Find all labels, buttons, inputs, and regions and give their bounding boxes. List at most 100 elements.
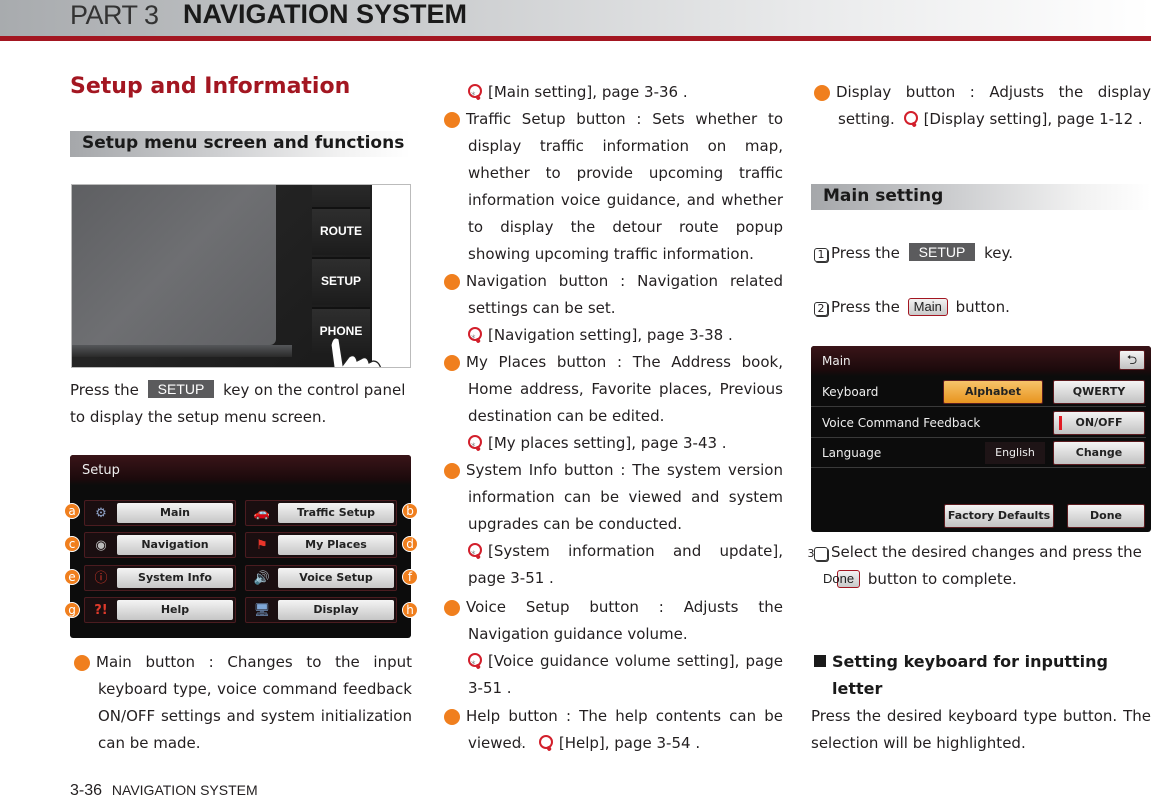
subsection-title-line2: letter [832, 679, 883, 698]
description-b: b Traffic Setup button : Sets whether to … [437, 106, 784, 268]
page-footer: 3-36 NAVIGATION SYSTEM [70, 782, 258, 800]
button-label: Traffic Setup [278, 503, 394, 523]
control-panel-photo: ROUTE SETUP PHONE [71, 184, 411, 368]
subsection-body: Press the desired keyboard type button. … [811, 707, 1151, 752]
description-text: My Places button : The Address book, Hom… [466, 353, 783, 425]
navigation-icon: ◉ [95, 538, 107, 553]
step-3: 3 Select the desired changes and press th… [808, 539, 1151, 593]
step-text: button to complete. [867, 570, 1017, 588]
header-divider [0, 36, 1151, 41]
setup-help-button[interactable]: ?! Help [84, 597, 236, 623]
setup-myplaces-button[interactable]: ⚑ My Places [245, 532, 397, 558]
info-icon: ⓘ [94, 571, 108, 586]
callout-g: g [64, 602, 80, 618]
intro-text-before: Press the [70, 381, 139, 399]
keyboard-row: Keyboard Alphabet QWERTY [811, 377, 1146, 407]
page-header: PART 3 NAVIGATION SYSTEM [0, 0, 1151, 36]
back-icon[interactable]: ⮌ [1119, 350, 1145, 370]
main-button-badge: Main [907, 298, 948, 316]
row-label: Voice Command Feedback [822, 416, 981, 430]
button-label: Help [117, 600, 233, 620]
reference-icon [538, 735, 553, 749]
section-heading-main-setting: Main setting [811, 184, 1151, 210]
change-language-button[interactable]: Change [1053, 441, 1145, 465]
factory-defaults-button[interactable]: Factory Defaults [944, 504, 1054, 528]
row-label: Keyboard [822, 385, 879, 399]
main-setting-screen: Main ⮌ Keyboard Alphabet QWERTY Voice Co… [811, 346, 1151, 532]
callout-f: f [402, 569, 418, 585]
reference-text[interactable]: [Help], page 3-54 . [559, 734, 700, 752]
toggle-label: ON/OFF [1075, 416, 1123, 429]
bullet-square-icon [814, 655, 826, 667]
callout-badge: c [437, 274, 460, 290]
callout-badge: e [437, 463, 460, 479]
reference-text[interactable]: [Navigation setting], page 3-38 . [488, 326, 733, 344]
reference-text[interactable]: [Display setting], page 1-12 . [924, 110, 1143, 128]
setup-main-button[interactable]: ⚙ Main [84, 500, 236, 526]
device-screen [72, 185, 276, 345]
section-title: Setup menu screen and functions [82, 133, 405, 153]
main-screen-header: Main ⮌ [811, 346, 1151, 376]
header-part: PART 3 [70, 0, 159, 30]
setup-display-button[interactable]: 🖥 Display [245, 597, 397, 623]
description-e: e System Info button : The system version… [437, 457, 783, 538]
section-title: Main setting [823, 186, 944, 206]
setup-systeminfo-button[interactable]: ⓘ System Info [84, 565, 236, 591]
callout-e: e [64, 569, 80, 585]
device-key-setup: SETUP [312, 257, 370, 305]
setup-traffic-button[interactable]: 🚗 Traffic Setup [245, 500, 397, 526]
step-number-icon: 1 [814, 248, 828, 262]
setup-navigation-button[interactable]: ◉ Navigation [84, 532, 236, 558]
done-button[interactable]: Done [1067, 504, 1145, 528]
reference-text[interactable]: [Voice guidance volume setting], page 3-… [468, 652, 783, 697]
reference-a: [Main setting], page 3-36 . [468, 79, 783, 110]
description-text: Traffic Setup button : Sets whether to d… [466, 110, 783, 263]
description-c: c Navigation button : Navigation related … [437, 268, 783, 322]
step-number-icon: 2 [814, 302, 828, 316]
callout-a: a [64, 503, 80, 519]
callout-badge: h [807, 85, 830, 101]
setup-screen-title: Setup [70, 455, 411, 485]
callout-badge: f [438, 600, 460, 616]
reference-text[interactable]: [My places setting], page 3-43 . [488, 434, 727, 452]
intro-paragraph: Press the SETUP key on the control panel… [70, 377, 412, 431]
setup-voice-button[interactable]: 🔊 Voice Setup [245, 565, 397, 591]
row-label: Language [822, 446, 882, 460]
qwerty-button[interactable]: QWERTY [1053, 380, 1145, 404]
button-label: Display [278, 600, 394, 620]
reference-icon [903, 111, 918, 125]
step-text: key. [984, 244, 1014, 262]
onoff-toggle[interactable]: ON/OFF [1053, 411, 1145, 435]
step-2: 2 Press the Main button. [814, 294, 1151, 321]
description-a: a Main button : Changes to the input keyb… [67, 649, 412, 757]
description-text: Navigation button : Navigation related s… [466, 272, 783, 317]
footer-label: NAVIGATION SYSTEM [111, 782, 258, 798]
toggle-indicator [1059, 416, 1062, 430]
header-title: NAVIGATION SYSTEM [183, 0, 468, 29]
alphabet-button[interactable]: Alphabet [943, 380, 1043, 404]
callout-d: d [402, 536, 418, 552]
done-button-badge: Done [823, 570, 861, 588]
car-icon: 🚗 [253, 506, 271, 521]
language-row: Language English Change [811, 438, 1146, 468]
callout-badge: g [437, 709, 460, 725]
reference-text[interactable]: [System information and update], page 3-… [468, 542, 783, 587]
help-icon: ?! [94, 603, 108, 618]
description-text: Voice Setup button : Adjusts the Navigat… [466, 598, 783, 643]
step-text: button. [955, 298, 1010, 316]
description-d: d My Places button : The Address book, Ho… [437, 349, 784, 430]
reference-icon [468, 83, 482, 110]
step-text: Press the [831, 244, 900, 262]
device-key-route: ROUTE [312, 207, 370, 255]
description-g: g Help button : The help contents can be … [437, 703, 784, 757]
setup-menu-screen: Setup ⚙ Main 🚗 Traffic Setup ◉ Navigatio… [70, 455, 411, 638]
reference-text[interactable]: [Main setting], page 3-36 . [488, 83, 688, 101]
description-text: System Info button : The system version … [466, 461, 783, 533]
step-number-icon: 3 [808, 547, 828, 561]
page-number: 3-36 [70, 782, 103, 799]
callout-c: c [64, 536, 80, 552]
speaker-icon: 🔊 [253, 571, 271, 586]
reference-e: [System information and update], page 3-… [468, 538, 783, 592]
reference-f: [Voice guidance volume setting], page 3-… [468, 648, 783, 702]
language-value: English [985, 442, 1045, 464]
